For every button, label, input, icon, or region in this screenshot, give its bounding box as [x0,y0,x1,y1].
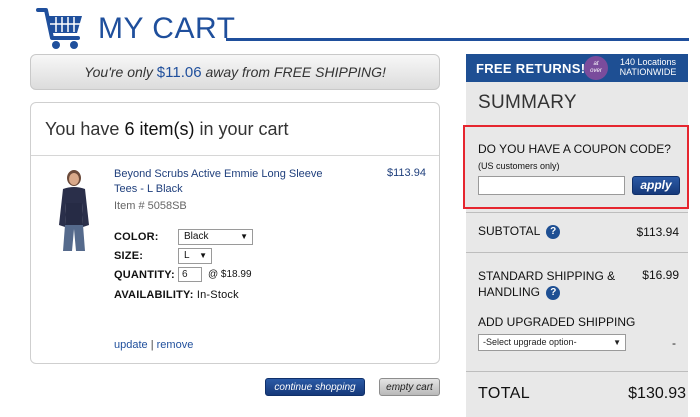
item-count: 6 item(s) [124,119,195,139]
subtotal-label-text: SUBTOTAL [478,224,540,238]
badge-line-2: over [590,68,602,74]
shopping-cart-icon [36,8,82,49]
locations-text: 140 Locations NATIONWIDE [612,57,684,77]
panel-divider [31,155,439,156]
coupon-code-input[interactable] [478,176,625,195]
subtotal-label: SUBTOTAL ? [478,224,561,239]
total-label: TOTAL [478,385,531,402]
product-line-total: $113.94 [387,167,426,179]
coupon-question-text: DO YOU HAVE A COUPON CODE? [478,142,671,156]
availability-value: In-Stock [196,289,239,301]
size-label: SIZE: [114,250,144,262]
continue-shopping-button[interactable]: continue shopping [265,378,365,396]
unit-price: @ $18.99 [208,269,252,280]
item-count-suffix: in your cart [199,119,289,139]
product-image[interactable] [49,167,99,253]
subtotal-value: $113.94 [636,225,680,239]
summary-divider [466,252,688,253]
upgrade-shipping-value: - [672,336,676,350]
shipping-banner-prefix: You're only [84,64,153,80]
shipping-remaining-amount: $11.06 [156,64,202,81]
item-count-prefix: You have [45,119,120,139]
size-select-value: L [184,250,190,261]
link-separator: | [150,339,154,351]
chevron-down-icon: ▼ [199,251,207,260]
free-returns-text: FREE RETURNS! [476,61,586,76]
header-divider [226,38,689,41]
coupon-box: DO YOU HAVE A COUPON CODE? (US customers… [463,125,689,209]
badge-line-1: at [593,61,599,67]
color-label: COLOR: [114,231,159,243]
help-icon[interactable]: ? [546,285,561,300]
empty-cart-button[interactable]: empty cart [379,378,440,396]
quantity-input[interactable]: 6 [178,267,202,282]
remove-link[interactable]: remove [157,339,194,351]
total-value: $130.93 [628,385,686,402]
color-select-value: Black [184,231,209,242]
shipping-value: $16.99 [642,268,679,282]
shipping-banner-suffix: away from FREE SHIPPING! [205,64,386,80]
availability: AVAILABILITY: In-Stock [114,289,239,301]
page-title: MY CART [98,12,236,45]
color-select[interactable]: Black ▼ [178,229,253,245]
upgrade-shipping-select[interactable]: -Select upgrade option- ▼ [478,334,626,351]
quantity-label: QUANTITY: [114,269,175,281]
chevron-down-icon: ▼ [613,338,621,347]
upgrade-shipping-label: ADD UPGRADED SHIPPING [478,315,636,329]
coupon-question: DO YOU HAVE A COUPON CODE? (US customers… [478,141,683,174]
locations-line-1: 140 Locations [619,57,677,67]
availability-label: AVAILABILITY: [114,289,194,301]
apply-coupon-button[interactable]: apply [632,176,680,195]
update-link[interactable]: update [114,339,148,351]
cart-items-panel: You have 6 item(s) in your cart Beyond S… [30,102,440,364]
locations-line-2: NATIONWIDE [619,67,677,77]
size-select[interactable]: L ▼ [178,248,212,264]
shipping-label: STANDARD SHIPPING & HANDLING ? [478,268,618,300]
summary-divider [466,212,688,213]
summary-divider [466,371,688,372]
item-actions: update | remove [114,339,193,351]
product-name-link[interactable]: Beyond Scrubs Active Emmie Long Sleeve T… [114,167,344,197]
free-returns-banner[interactable]: FREE RETURNS! at over 140 Locations NATI… [466,54,688,82]
free-shipping-banner: You're only $11.06 away from FREE SHIPPI… [30,54,440,90]
chevron-down-icon: ▼ [240,232,248,241]
summary-title: SUMMARY [478,92,577,113]
product-sku: Item # 5058SB [114,200,187,212]
cart-header: MY CART [0,0,700,52]
item-count-heading: You have 6 item(s) in your cart [45,119,289,140]
coupon-note: (US customers only) [478,161,560,171]
help-icon[interactable]: ? [546,224,561,239]
upgrade-select-value: -Select upgrade option- [483,337,577,347]
at-over-badge: at over [584,56,608,80]
